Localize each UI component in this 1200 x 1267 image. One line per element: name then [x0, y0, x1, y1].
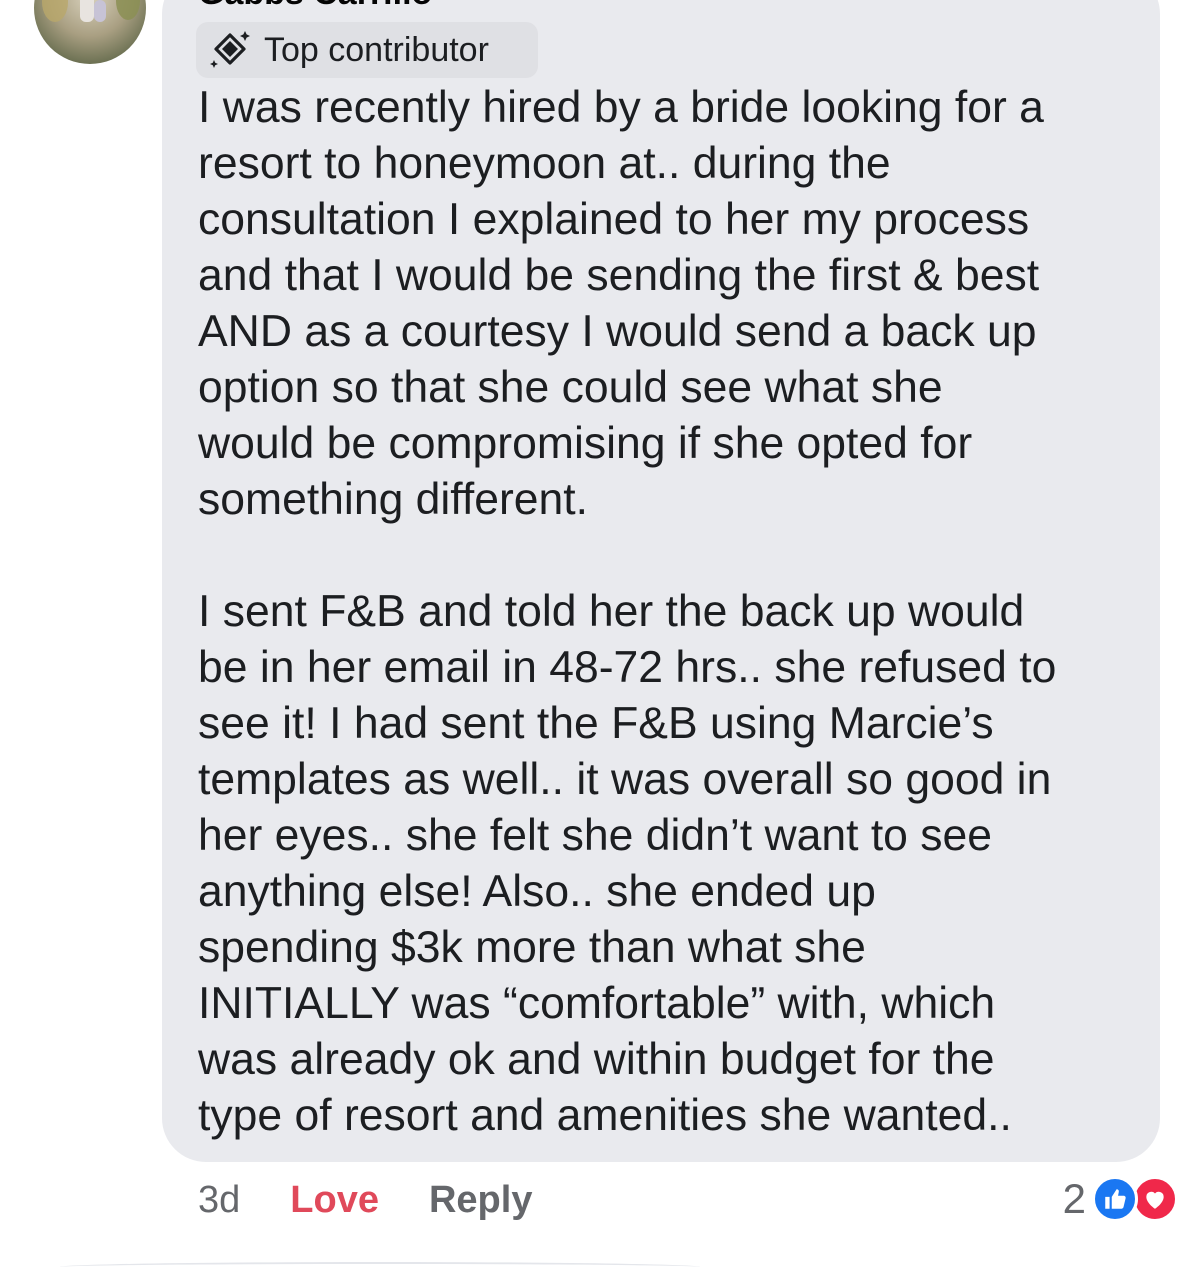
avatar-photo-detail: [42, 0, 68, 22]
badge-label: Top contributor: [264, 30, 489, 69]
comment-paragraph: I was recently hired by a bride looking …: [198, 80, 1148, 528]
love-icon: [1132, 1176, 1178, 1222]
comment-line: spending $3k more than what she: [198, 923, 866, 972]
top-contributor-badge[interactable]: Top contributor: [196, 22, 538, 78]
comment-line: I was recently hired by a bride looking …: [198, 83, 1044, 132]
comment-line: be in her email in 48-72 hrs.. she refus…: [198, 643, 1057, 692]
avatar-photo-detail: [80, 0, 94, 22]
comment-line: consultation I explained to her my proce…: [198, 195, 1030, 244]
comment-line: her eyes.. she felt she didn’t want to s…: [198, 811, 993, 860]
comment-line: was already ok and within budget for the: [198, 1035, 995, 1084]
avatar-photo-detail: [94, 0, 106, 22]
comment-text: I was recently hired by a bride looking …: [198, 80, 1148, 1144]
comment-line: resort to honeymoon at.. during the: [198, 139, 891, 188]
like-icon: [1092, 1176, 1138, 1222]
comment-line: AND as a courtesy I would send a back up: [198, 307, 1037, 356]
comment-timestamp[interactable]: 3d: [198, 1179, 240, 1222]
comment-line: something different.: [198, 475, 589, 524]
comment-line: INITIALLY was “comfortable” with, which: [198, 979, 996, 1028]
comment-line: and that I would be sending the first & …: [198, 251, 1040, 300]
comment-paragraph: I sent F&B and told her the back up woul…: [198, 584, 1148, 1144]
comment-line: would be compromising if she opted for: [198, 419, 973, 468]
comment-line: templates as well.. it was overall so go…: [198, 755, 1052, 804]
comment-line: anything else! Also.. she ended up: [198, 867, 876, 916]
comment-line: see it! I had sent the F&B using Marcie’…: [198, 699, 994, 748]
top-contributor-icon: [210, 31, 250, 68]
reaction-summary[interactable]: 2: [1063, 1174, 1178, 1224]
comment-actions: 3d Love Reply: [198, 1176, 532, 1224]
reply-button[interactable]: Reply: [429, 1179, 532, 1222]
avatar[interactable]: [34, 0, 146, 64]
comment-line: I sent F&B and told her the back up woul…: [198, 587, 1025, 636]
comment-thread: Gabbs Carrillo Top contributor I was rec…: [0, 0, 1200, 1267]
comment-line: type of resort and amenities she wanted.…: [198, 1091, 1012, 1140]
comment-line: option so that she could see what she: [198, 363, 943, 412]
author-name[interactable]: Gabbs Carrillo: [198, 0, 432, 10]
next-comment-divider: [60, 1262, 700, 1267]
love-button[interactable]: Love: [290, 1179, 379, 1222]
avatar-photo-detail: [116, 0, 140, 20]
reaction-count: 2: [1062, 1175, 1086, 1222]
